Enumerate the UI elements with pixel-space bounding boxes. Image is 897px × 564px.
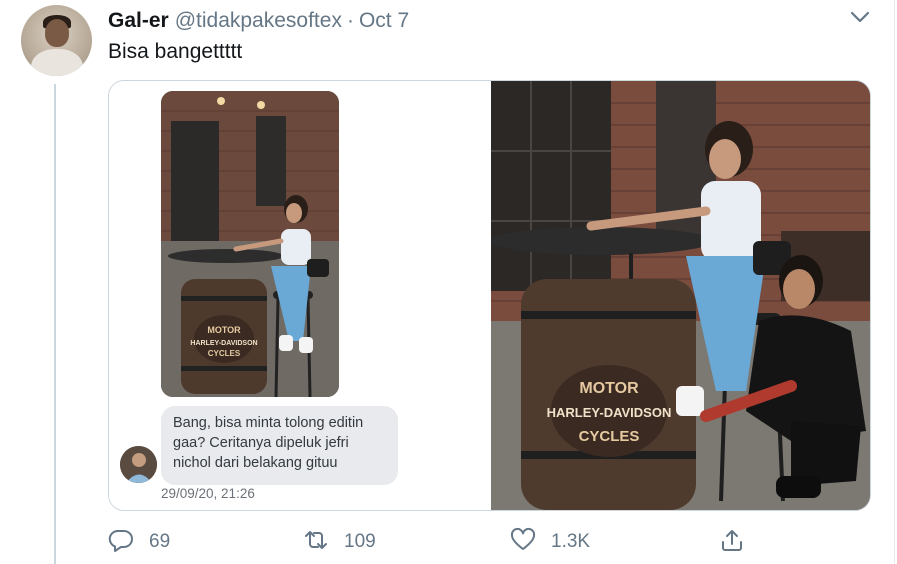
chat-message-line: nichol dari belakang gituu bbox=[173, 455, 338, 471]
share-icon bbox=[719, 527, 745, 558]
chat-screenshot: MOTOR HARLEY-DAVIDSON CYCLES Bang, bisa … bbox=[109, 81, 491, 510]
display-name[interactable]: Gal-er bbox=[108, 9, 169, 33]
photo-barrel-harley-text: HARLEY-DAVIDSON bbox=[547, 405, 672, 420]
tweet-text: Bisa bangettttt bbox=[108, 40, 243, 63]
barrel-cycles-text: CYCLES bbox=[208, 349, 241, 358]
photo-barrel-motor-text: MOTOR bbox=[579, 380, 639, 397]
separator-dot: · bbox=[346, 9, 354, 32]
tweet-media[interactable]: MOTOR HARLEY-DAVIDSON CYCLES Bang, bisa … bbox=[108, 80, 871, 511]
tweet-date[interactable]: Oct 7 bbox=[359, 9, 409, 33]
thread-line bbox=[54, 84, 56, 564]
share-button[interactable] bbox=[719, 525, 745, 559]
timeline-divider bbox=[894, 0, 895, 564]
barrel-motor-text: MOTOR bbox=[207, 325, 241, 335]
edited-photo: MOTOR HARLEY-DAVIDSON CYCLES bbox=[491, 81, 870, 510]
retweet-icon bbox=[303, 527, 329, 558]
screenshot-photo: MOTOR HARLEY-DAVIDSON CYCLES bbox=[161, 91, 339, 397]
chat-message-line: gaa? Ceritanya dipeluk jefri bbox=[173, 435, 349, 451]
like-count: 1.3K bbox=[551, 531, 591, 552]
avatar[interactable] bbox=[21, 5, 92, 76]
reply-count: 69 bbox=[149, 531, 171, 552]
chat-timestamp: 29/09/20, 21:26 bbox=[161, 486, 255, 501]
like-button[interactable]: 1.3K bbox=[510, 525, 590, 559]
user-handle[interactable]: @tidakpakesoftex bbox=[175, 9, 342, 33]
chat-message-bubble: Bang, bisa minta tolong editin gaa? Ceri… bbox=[161, 406, 398, 485]
barrel-harley-text: HARLEY-DAVIDSON bbox=[190, 340, 257, 347]
tweet-header: Gal-er @tidakpakesoftex · Oct 7 bbox=[108, 8, 409, 34]
reply-icon bbox=[108, 527, 134, 558]
retweet-count: 109 bbox=[344, 531, 376, 552]
photo-barrel-cycles-text: CYCLES bbox=[579, 428, 640, 445]
reply-button[interactable]: 69 bbox=[108, 525, 170, 559]
chat-message-line: Bang, bisa minta tolong editin bbox=[173, 415, 364, 431]
retweet-button[interactable]: 109 bbox=[303, 525, 376, 559]
tweet-actions: 69 109 1.3K bbox=[108, 525, 848, 559]
heart-icon bbox=[510, 527, 536, 558]
chat-sender-avatar bbox=[120, 446, 157, 483]
chevron-down-icon[interactable] bbox=[848, 6, 872, 28]
